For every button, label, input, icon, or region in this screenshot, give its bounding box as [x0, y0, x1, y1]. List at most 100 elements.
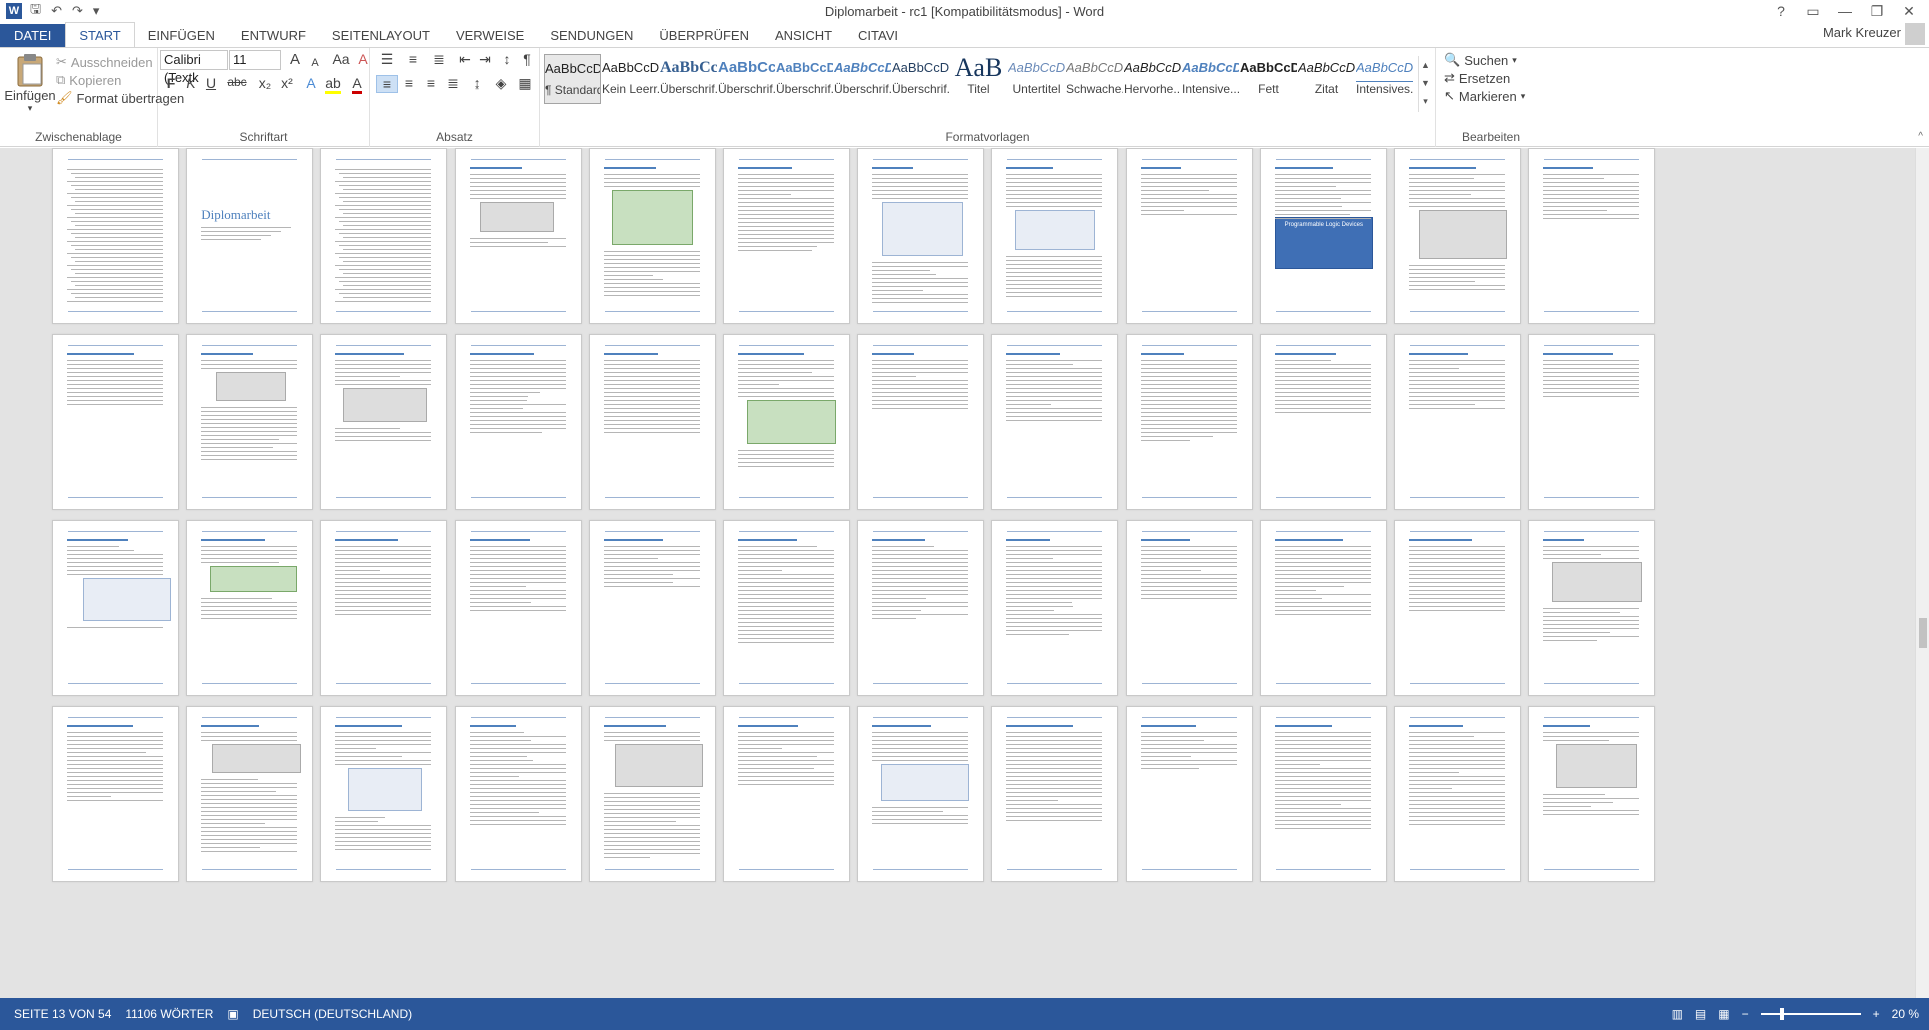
save-icon[interactable]: 🖫: [30, 0, 41, 22]
page-thumbnail[interactable]: [857, 520, 985, 696]
page-thumbnail[interactable]: [1125, 148, 1253, 324]
page-thumbnail[interactable]: [723, 334, 850, 510]
strikethrough-button[interactable]: abc: [222, 75, 252, 89]
find-button[interactable]: 🔍 Suchen ▾: [1444, 52, 1517, 68]
web-layout-icon[interactable]: ▦: [1718, 1007, 1729, 1021]
justify-icon[interactable]: ≣: [442, 75, 464, 92]
page-thumbnail[interactable]: [1528, 706, 1656, 882]
tab-start[interactable]: START: [65, 22, 135, 48]
qat-customize-icon[interactable]: ▾: [93, 3, 100, 19]
page-thumbnail[interactable]: [1259, 520, 1387, 696]
read-mode-icon[interactable]: ▥: [1672, 1007, 1683, 1021]
page-thumbnail[interactable]: [1528, 334, 1656, 510]
page-thumbnail[interactable]: [1528, 520, 1656, 696]
tab-sendungen[interactable]: SENDUNGEN: [537, 24, 646, 48]
style-standard[interactable]: AaBbCcDd¶ Standard: [544, 54, 601, 104]
page-thumbnail[interactable]: [723, 148, 850, 324]
page-thumbnail[interactable]: [52, 334, 179, 510]
font-family-select[interactable]: Calibri (Textk: [160, 50, 228, 85]
align-center-icon[interactable]: ≡: [398, 75, 420, 91]
close-icon[interactable]: ✕: [1893, 0, 1925, 22]
avatar[interactable]: [1905, 23, 1925, 45]
paste-button[interactable]: Einfügen ▾: [4, 52, 56, 114]
style-ueberschrift-5[interactable]: AaBbCcDcÜberschrif...: [892, 54, 949, 104]
page-thumbnail[interactable]: [588, 334, 716, 510]
restore-icon[interactable]: ❐: [1861, 0, 1893, 22]
styles-scroll[interactable]: ▲ ▼ ▾: [1418, 56, 1432, 112]
page-thumbnail[interactable]: [454, 520, 582, 696]
print-layout-icon[interactable]: ▤: [1695, 1007, 1706, 1021]
page-thumbnail[interactable]: [454, 334, 582, 510]
tab-ueberpruefen[interactable]: ÜBERPRÜFEN: [646, 24, 762, 48]
page-thumbnail[interactable]: [320, 520, 448, 696]
style-untertitel[interactable]: AaBbCcDdUntertitel: [1008, 54, 1065, 104]
page-thumbnail[interactable]: [991, 706, 1119, 882]
scrollbar-thumb[interactable]: [1919, 618, 1927, 648]
page-thumbnail[interactable]: [52, 520, 179, 696]
page-thumbnail[interactable]: [723, 520, 850, 696]
page-thumbnail[interactable]: [723, 706, 850, 882]
page-thumbnail[interactable]: [186, 520, 314, 696]
word-app-icon[interactable]: W: [6, 3, 22, 19]
underline-button[interactable]: U: [200, 75, 222, 91]
italic-button[interactable]: K: [180, 75, 202, 91]
style-fett[interactable]: AaBbCcDcFett: [1240, 54, 1297, 104]
tab-file[interactable]: DATEI: [0, 24, 66, 48]
style-ueberschrift-1[interactable]: AaBbCcÜberschrif...: [660, 54, 717, 104]
page-thumbnail[interactable]: [1528, 148, 1656, 324]
word-count[interactable]: 11106 WÖRTER: [125, 1007, 213, 1021]
shrink-font-button[interactable]: A: [304, 53, 326, 69]
style-titel[interactable]: AaB Titel: [950, 54, 1007, 104]
numbering-icon[interactable]: ≡: [402, 51, 424, 67]
minimize-icon[interactable]: —: [1829, 0, 1861, 22]
collapse-ribbon-icon[interactable]: ^: [1918, 131, 1923, 142]
page-thumbnail[interactable]: [320, 706, 448, 882]
redo-icon[interactable]: ↷: [72, 3, 83, 19]
page-thumbnail[interactable]: [52, 706, 179, 882]
page-thumbnail[interactable]: [857, 148, 985, 324]
superscript-button[interactable]: x²: [276, 75, 298, 91]
page-thumbnail[interactable]: Programmable Logic Devices: [1259, 148, 1387, 324]
grow-font-button[interactable]: A: [284, 51, 306, 68]
page-thumbnail[interactable]: [991, 334, 1119, 510]
zoom-slider[interactable]: [1760, 1008, 1861, 1020]
page-thumbnail[interactable]: [857, 334, 985, 510]
zoom-slider-thumb[interactable]: [1779, 1008, 1784, 1020]
tab-ansicht[interactable]: ANSICHT: [762, 24, 845, 48]
bullets-icon[interactable]: ☰: [376, 51, 398, 68]
ribbon-display-icon[interactable]: ▭: [1797, 0, 1829, 22]
page-thumbnail[interactable]: [320, 334, 448, 510]
style-intensives-zitat[interactable]: AaBbCcDdIntensives...: [1356, 54, 1413, 104]
sort-icon[interactable]: ↕: [496, 51, 518, 67]
style-zitat[interactable]: AaBbCcDdZitat: [1298, 54, 1355, 104]
page-thumbnail[interactable]: [1394, 334, 1521, 510]
page-thumbnail[interactable]: [588, 148, 716, 324]
multilevel-list-icon[interactable]: ≣: [428, 51, 450, 68]
undo-icon[interactable]: ↶: [51, 3, 62, 19]
document-area[interactable]: Diplomarbeit Programmable Logic Devices: [0, 148, 1929, 998]
page-thumbnail[interactable]: [1394, 520, 1521, 696]
page-thumbnail[interactable]: [1125, 706, 1253, 882]
page-thumbnail[interactable]: [1394, 148, 1521, 324]
page-thumbnail[interactable]: [857, 706, 985, 882]
font-size-select[interactable]: 11: [229, 50, 281, 70]
cut-button[interactable]: ✂ Ausschneiden: [56, 54, 153, 70]
style-intensive-hervorhebung[interactable]: AaBbCcDdIntensive...: [1182, 54, 1239, 104]
select-button[interactable]: ↖ Markieren ▾: [1444, 88, 1525, 104]
page-thumbnail[interactable]: [1125, 520, 1253, 696]
page-thumbnail[interactable]: [1125, 334, 1253, 510]
page-thumbnail[interactable]: [454, 706, 582, 882]
page-thumbnail[interactable]: Diplomarbeit: [186, 148, 314, 324]
align-right-icon[interactable]: ≡: [420, 75, 442, 91]
text-effects-icon[interactable]: A: [300, 75, 322, 91]
shading-icon[interactable]: ◈: [490, 75, 512, 92]
change-case-button[interactable]: Aa: [328, 51, 354, 67]
page-thumbnail[interactable]: [1394, 706, 1521, 882]
page-thumbnail[interactable]: [991, 148, 1119, 324]
style-schwache-hervorhebung[interactable]: AaBbCcDdSchwache...: [1066, 54, 1123, 104]
subscript-button[interactable]: x₂: [254, 75, 276, 91]
page-thumbnail[interactable]: [320, 148, 448, 324]
user-name[interactable]: Mark Kreuzer: [1823, 25, 1901, 40]
borders-icon[interactable]: ▦: [514, 75, 536, 92]
page-thumbnail[interactable]: [1259, 706, 1387, 882]
